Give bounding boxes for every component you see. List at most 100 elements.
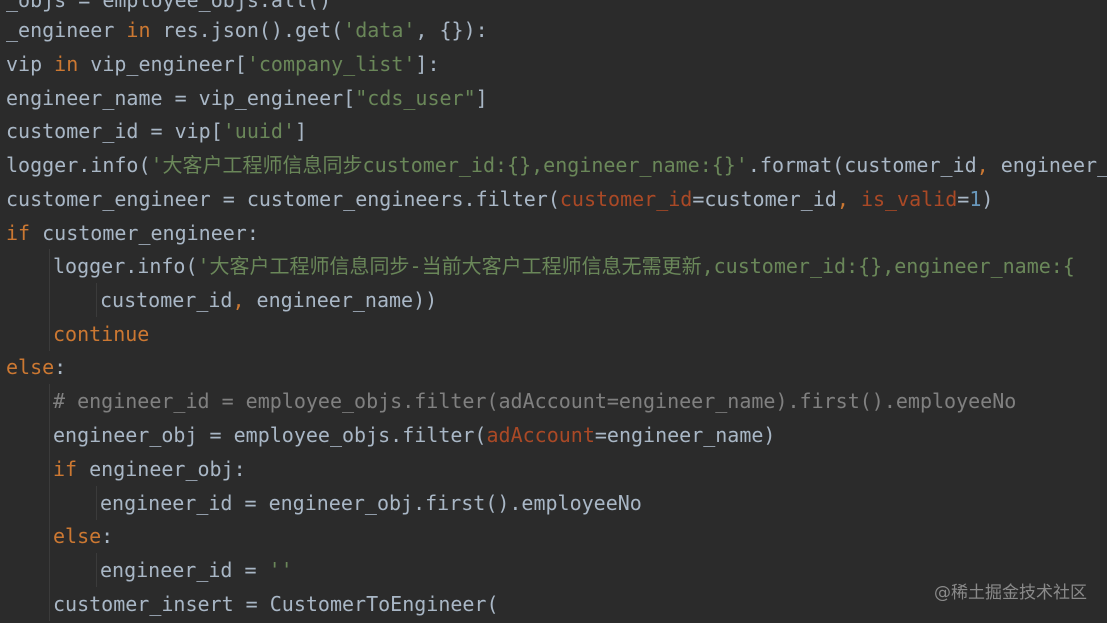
code-text: customer_insert = CustomerToEngineer( — [53, 587, 499, 621]
code-line[interactable]: if customer_engineer: — [0, 216, 1107, 250]
code-token: .format(customer_id — [747, 153, 977, 177]
code-line[interactable]: vip in vip_engineer['company_list']: — [0, 47, 1107, 81]
code-text: vip in vip_engineer['company_list']: — [6, 47, 440, 81]
code-line[interactable]: customer_id, engineer_name)) — [0, 283, 1107, 317]
code-token: adAccount — [486, 423, 595, 447]
code-token: engineer_obj: — [77, 457, 246, 481]
code-token: customer_engineer = customer_engineers.f… — [6, 187, 560, 211]
code-token: engineer_id = engineer_obj.first().emplo… — [100, 491, 642, 515]
code-token: vip — [6, 52, 55, 76]
code-token: res.json().get( — [150, 18, 344, 42]
code-token: engineer_name)) — [256, 288, 438, 312]
indent-guide — [49, 553, 50, 587]
code-text: logger.info('大客户工程师信息同步-当前大客户工程师信息无需更新,c… — [53, 249, 1075, 283]
code-token: = — [957, 187, 970, 211]
code-token: customer_id — [100, 288, 233, 312]
code-text: customer_id, engineer_name)) — [100, 283, 437, 317]
code-token: continue — [53, 322, 150, 346]
code-token: engineer_name = vip_engineer[ — [6, 86, 356, 110]
code-token: '' — [268, 558, 293, 582]
code-line[interactable]: _engineer in res.json().get('data', {}): — [0, 13, 1107, 47]
indent-guide — [96, 553, 97, 587]
code-token: =engineer_name) — [594, 423, 776, 447]
code-token: _engineer — [6, 18, 127, 42]
code-token: 'data' — [343, 18, 416, 42]
code-line[interactable]: engineer_obj = employee_objs.filter(adAc… — [0, 418, 1107, 452]
code-text: engineer_id = '' — [100, 553, 293, 587]
indent-guide — [49, 418, 50, 452]
code-token: 'uuid' — [222, 119, 295, 143]
code-token: is_valid — [860, 187, 958, 211]
code-line[interactable]: customer_id = vip['uuid'] — [0, 114, 1107, 148]
code-line[interactable]: else: — [0, 350, 1107, 384]
code-token: customer_insert = CustomerToEngineer( — [53, 592, 499, 616]
code-token: else — [53, 524, 102, 548]
code-text: else: — [6, 350, 66, 384]
code-token: # engineer_id = employee_objs.filter(adA… — [53, 389, 1017, 413]
code-token: ] — [295, 119, 308, 143]
code-text: engineer_id = engineer_obj.first().emplo… — [100, 486, 642, 520]
code-token: else — [6, 355, 55, 379]
code-token: in — [54, 52, 79, 76]
code-text: # engineer_id = employee_objs.filter(adA… — [53, 384, 1016, 418]
indent-guide — [96, 486, 97, 520]
indent-guide — [96, 283, 97, 317]
code-token: engineer_id = — [100, 558, 269, 582]
code-token: vip_engineer[ — [78, 52, 247, 76]
code-token: ] — [475, 86, 488, 110]
code-line[interactable]: customer_engineer = customer_engineers.f… — [0, 182, 1107, 216]
code-text: if customer_engineer: — [6, 216, 259, 250]
code-token: , — [836, 187, 861, 211]
code-token: in — [126, 18, 151, 42]
code-token: logger.info( — [6, 153, 151, 177]
watermark: @稀土掘金技术社区 — [934, 583, 1087, 603]
code-token: _objs = employee_objs.all() — [6, 0, 332, 12]
code-text: _engineer in res.json().get('data', {}): — [6, 13, 488, 47]
code-token: : — [101, 524, 114, 548]
code-line[interactable]: logger.info('大客户工程师信息同步customer_id:{},en… — [0, 148, 1107, 182]
code-token: 1 — [969, 187, 982, 211]
code-text: else: — [53, 519, 113, 553]
code-text: customer_engineer = customer_engineers.f… — [6, 182, 993, 216]
code-token: , — [976, 153, 1001, 177]
code-text: if engineer_obj: — [53, 452, 246, 486]
indent-guide — [49, 452, 50, 486]
code-token: 'company_list' — [246, 52, 416, 76]
indent-guide — [49, 317, 50, 351]
code-token: , — [232, 288, 257, 312]
indent-guide — [49, 587, 50, 621]
indent-guide — [49, 249, 50, 283]
code-text: engineer_obj = employee_objs.filter(adAc… — [53, 418, 775, 452]
code-text: customer_id = vip['uuid'] — [6, 114, 307, 148]
code-token: '大客户工程师信息同步customer_id:{},engineer_name:… — [150, 153, 748, 177]
code-text: continue — [53, 317, 149, 351]
code-token: ) — [981, 187, 994, 211]
code-line[interactable]: engineer_name = vip_engineer["cds_user"] — [0, 81, 1107, 115]
code-token: customer_engineer: — [30, 221, 259, 245]
code-text: engineer_name = vip_engineer["cds_user"] — [6, 81, 488, 115]
code-token: customer_id — [559, 187, 693, 211]
code-token: if — [6, 221, 31, 245]
code-line[interactable]: continue — [0, 317, 1107, 351]
code-line[interactable]: if engineer_obj: — [0, 452, 1107, 486]
code-token: , {}): — [415, 18, 488, 42]
indent-guide — [49, 519, 50, 553]
code-editor[interactable]: _objs = employee_objs.all() _engineer in … — [0, 0, 1107, 623]
code-line[interactable]: engineer_id = engineer_obj.first().emplo… — [0, 486, 1107, 520]
code-token: '大客户工程师信息同步-当前大客户工程师信息无需更新,customer_id:{… — [197, 254, 1075, 278]
indent-guide — [49, 283, 50, 317]
indent-guide — [49, 384, 50, 418]
code-line[interactable]: logger.info('大客户工程师信息同步-当前大客户工程师信息无需更新,c… — [0, 249, 1107, 283]
code-text: logger.info('大客户工程师信息同步customer_id:{},en… — [6, 148, 1107, 182]
code-token: logger.info( — [53, 254, 198, 278]
code-token: engineer_ — [1000, 153, 1107, 177]
code-token: ]: — [415, 52, 440, 76]
code-token: customer_id = vip[ — [6, 119, 223, 143]
code-token: engineer_obj = employee_objs.filter( — [53, 423, 487, 447]
code-token: =customer_id — [692, 187, 837, 211]
code-line[interactable]: else: — [0, 519, 1107, 553]
code-token: : — [54, 355, 67, 379]
indent-guide — [49, 486, 50, 520]
code-token: "cds_user" — [355, 86, 476, 110]
code-line[interactable]: # engineer_id = employee_objs.filter(adA… — [0, 384, 1107, 418]
